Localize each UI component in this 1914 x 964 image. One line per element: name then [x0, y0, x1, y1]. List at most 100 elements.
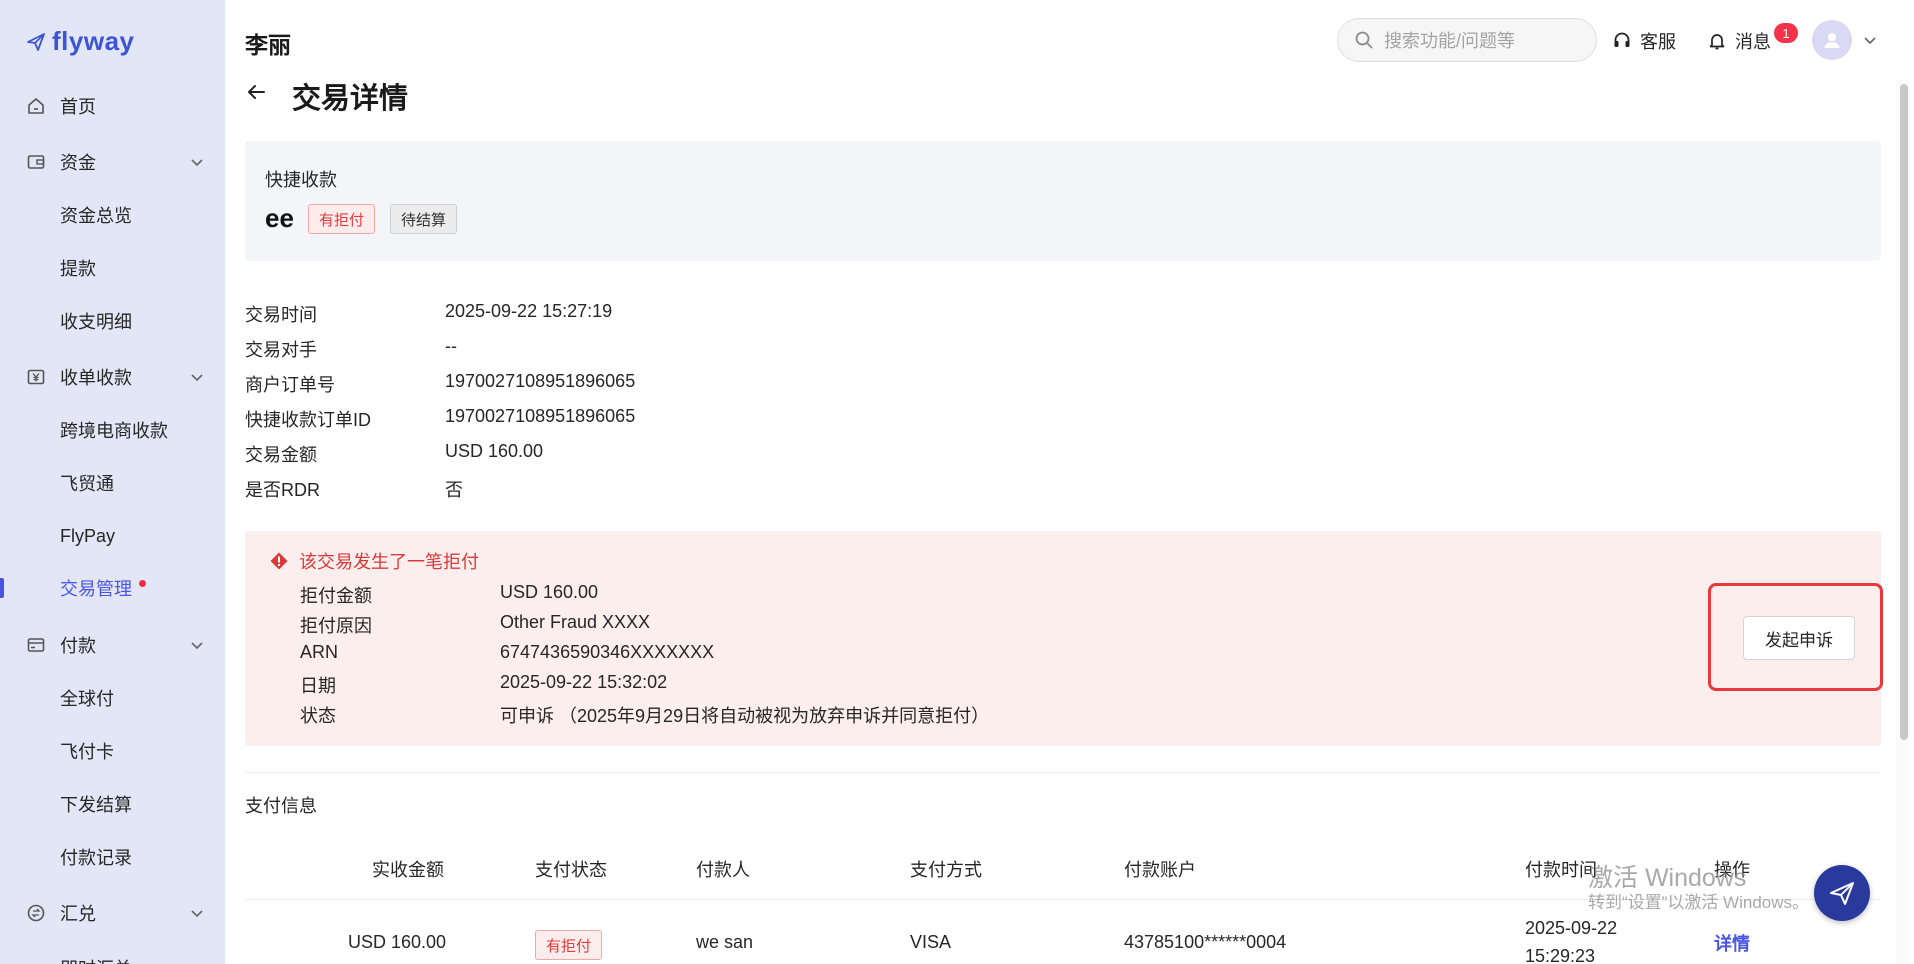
chevron-down-icon [191, 374, 203, 382]
detail-row-merchant-order: 商户订单号 1970027108951896065 [245, 371, 635, 397]
chargeback-key: 日期 [300, 676, 336, 696]
logo[interactable]: flyway [26, 26, 135, 57]
bell-icon [1709, 34, 1725, 50]
message-count-badge: 1 [1774, 23, 1798, 43]
back-arrow-icon[interactable] [244, 80, 268, 104]
warning-icon [270, 552, 288, 570]
nav-label: 提款 [60, 259, 96, 279]
appeal-button[interactable]: 发起申诉 [1743, 616, 1855, 660]
nav-item-flypay[interactable]: FlyPay [0, 516, 225, 556]
detail-value: 否 [445, 480, 463, 500]
messages-link[interactable]: 消息 [1707, 28, 1771, 54]
nav-label: FlyPay [60, 525, 116, 546]
nav-item-exchange[interactable]: 汇兑 [0, 893, 225, 933]
chargeback-value: 可申诉 （2025年9月29日将自动被视为放弃申诉并同意拒付） [500, 706, 990, 726]
activation-watermark-subtitle: 转到“设置”以激活 Windows。 [1588, 893, 1810, 912]
cell-amount: USD 160.00 [348, 932, 447, 952]
chevron-down-icon [191, 159, 203, 167]
nav-item-payment-records[interactable]: 付款记录 [0, 837, 225, 877]
paper-plane-icon [1830, 882, 1854, 905]
alert-heading: 该交易发生了一笔拒付 [269, 548, 479, 574]
chargeback-alert: 该交易发生了一笔拒付 拒付金额 USD 160.00 拒付原因 Other Frau… [245, 531, 1881, 746]
chevron-down-icon [191, 910, 203, 918]
nav-item-home[interactable]: 首页 [0, 86, 225, 126]
nav-label: 全球付 [60, 689, 114, 709]
nav-item-transactions[interactable]: 交易管理 [0, 568, 225, 608]
chargeback-key: 拒付金额 [300, 586, 372, 606]
chargeback-row: 拒付金额 USD 160.00 [300, 582, 598, 608]
nav-label: 飞贸通 [60, 474, 114, 494]
column-header: 实收金额 [372, 860, 444, 880]
messages-label: 消息 [1735, 32, 1771, 52]
chevron-down-icon [191, 642, 203, 650]
nav-item-feimaotong[interactable]: 飞贸通 [0, 463, 225, 503]
detail-key: 是否RDR [245, 480, 320, 500]
cell-account: 43785100******0004 [1124, 932, 1287, 952]
detail-row-amount: 交易金额 USD 160.00 [245, 441, 543, 467]
transaction-name: ee [265, 203, 294, 233]
detail-value: 2025-09-22 15:27:19 [445, 301, 613, 321]
nav-label: 飞付卡 [60, 742, 114, 762]
nav-label: 资金总览 [60, 206, 132, 226]
nav-item-cross-border[interactable]: 跨境电商收款 [0, 410, 225, 450]
chargeback-row: ARN 6747436590346XXXXXXX [300, 642, 714, 668]
chargeback-value: 6747436590346XXXXXXX [500, 642, 715, 662]
detail-value: -- [445, 336, 457, 356]
detail-value: 1970027108951896065 [445, 371, 636, 391]
detail-value: USD 160.00 [445, 441, 544, 461]
nav-item-instant-exchange[interactable]: 即时汇兑 [0, 948, 225, 964]
logo-text: flyway [52, 26, 135, 56]
transaction-summary-card: 快捷收款 ee 有拒付 待结算 [245, 141, 1881, 261]
floating-assistant-button[interactable] [1814, 865, 1870, 921]
nav-item-global-pay[interactable]: 全球付 [0, 678, 225, 718]
chargeback-value: Other Fraud XXXX [500, 612, 651, 632]
detail-link[interactable]: 详情 [1714, 930, 1750, 956]
nav-item-funds[interactable]: 资金 [0, 142, 225, 182]
scrollbar-thumb[interactable] [1900, 84, 1908, 740]
cell-payer: we san [696, 932, 754, 952]
detail-row-time: 交易时间 2025-09-22 15:27:19 [245, 301, 612, 327]
detail-key: 快捷收款订单ID [245, 410, 371, 430]
column-header: 支付方式 [910, 860, 982, 880]
cell-method: VISA [910, 932, 952, 952]
nav-label: 收单收款 [60, 368, 132, 388]
detail-key: 商户订单号 [245, 375, 335, 395]
column-header: 付款账户 [1124, 860, 1196, 880]
detail-row-rdr: 是否RDR 否 [245, 476, 463, 502]
nav-label: 资金 [60, 153, 96, 173]
nav-item-payments[interactable]: 付款 [0, 625, 225, 665]
exchange-icon [25, 902, 47, 924]
chargeback-key: ARN [300, 642, 339, 662]
detail-key: 交易对手 [245, 340, 317, 360]
nav-label: 首页 [60, 97, 96, 117]
chargeback-value: 2025-09-22 15:32:02 [500, 672, 668, 692]
cell-time-date: 2025-09-22 [1525, 918, 1618, 938]
card-icon [25, 634, 47, 656]
chargeback-key: 拒付原因 [300, 616, 372, 636]
customer-service-link[interactable]: 客服 [1612, 28, 1676, 54]
chevron-down-icon[interactable] [1862, 32, 1878, 48]
nav-item-settlement[interactable]: 下发结算 [0, 784, 225, 824]
search-box[interactable]: 搜索功能/问题等 [1337, 18, 1597, 62]
nav-label: 付款 [60, 636, 96, 656]
avatar[interactable] [1812, 20, 1852, 60]
settlement-status-tag: 待结算 [390, 204, 458, 234]
nav-item-funds-overview[interactable]: 资金总览 [0, 195, 225, 235]
nav-item-acquiring[interactable]: 收单收款 [0, 357, 225, 397]
active-indicator [0, 578, 4, 598]
detail-row-order-id: 快捷收款订单ID 1970027108951896065 [245, 406, 635, 432]
nav-item-withdraw[interactable]: 提款 [0, 248, 225, 288]
nav-item-statement[interactable]: 收支明细 [0, 301, 225, 341]
detail-key: 交易金额 [245, 445, 317, 465]
search-input[interactable]: 搜索功能/问题等 [1384, 27, 1515, 53]
wallet-icon [25, 151, 47, 173]
transaction-type: 快捷收款 [265, 170, 337, 190]
paper-plane-icon [27, 32, 45, 51]
column-header: 付款时间 [1525, 860, 1597, 880]
column-header: 付款人 [696, 860, 750, 880]
detail-row-counterparty: 交易对手 -- [245, 336, 457, 362]
alert-heading-text: 该交易发生了一笔拒付 [299, 552, 479, 572]
sidebar: flyway 首页 资金 资金总览 提款 收支明细 收单收款 跨境电商收款 飞贸… [0, 0, 225, 964]
nav-label: 收支明细 [60, 312, 132, 332]
nav-item-fly-card[interactable]: 飞付卡 [0, 731, 225, 771]
